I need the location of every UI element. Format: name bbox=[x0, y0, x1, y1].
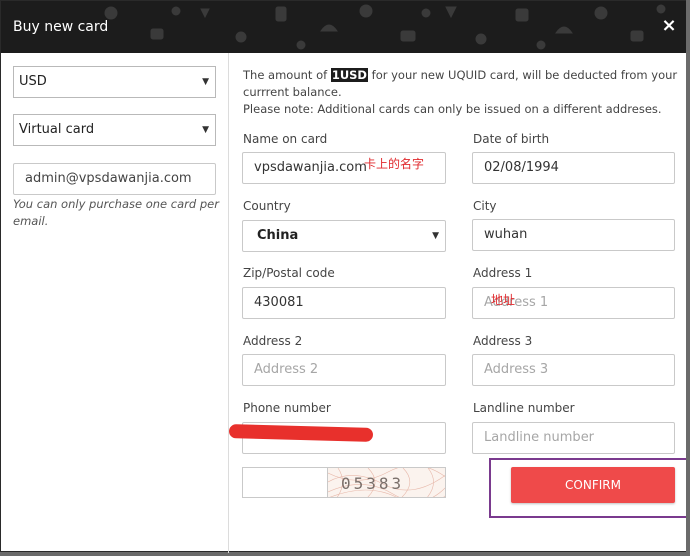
info-line-before: The amount of bbox=[243, 68, 331, 82]
info-note: Please note: Additional cards can only b… bbox=[243, 102, 662, 116]
confirm-button[interactable]: CONFIRM bbox=[511, 467, 675, 503]
email-field[interactable]: admin@vpsdawanjia.com bbox=[13, 163, 216, 195]
landline-input[interactable]: Landline number bbox=[472, 422, 675, 454]
dob-label: Date of birth bbox=[473, 132, 550, 146]
address-annotation: 地址 bbox=[491, 293, 516, 307]
sidebar: USD ▼ Virtual card ▼ admin@vpsdawanjia.c… bbox=[1, 53, 229, 553]
zip-label: Zip/Postal code bbox=[243, 266, 335, 280]
country-value: China bbox=[257, 228, 299, 243]
buy-card-modal: Buy new card × USD ▼ Virtual card ▼ admi… bbox=[0, 0, 690, 553]
modal-header: Buy new card × bbox=[1, 1, 690, 53]
address2-input[interactable]: Address 2 bbox=[242, 354, 446, 386]
close-icon[interactable]: × bbox=[659, 15, 679, 37]
zip-input[interactable]: 430081 bbox=[242, 287, 446, 319]
name-annotation: 卡上的名字 bbox=[364, 157, 425, 171]
currency-select[interactable]: USD ▼ bbox=[13, 66, 216, 98]
chevron-down-icon: ▼ bbox=[432, 231, 439, 241]
card-type-select[interactable]: Virtual card ▼ bbox=[13, 114, 216, 146]
captcha-image: 05383 bbox=[327, 467, 446, 498]
address1-label: Address 1 bbox=[473, 266, 533, 280]
landline-label: Landline number bbox=[473, 401, 575, 415]
dob-input[interactable]: 02/08/1994 bbox=[472, 152, 675, 184]
email-note: You can only purchase one card per email… bbox=[13, 197, 219, 228]
address2-label: Address 2 bbox=[243, 334, 303, 348]
address3-label: Address 3 bbox=[473, 334, 533, 348]
country-label: Country bbox=[243, 199, 291, 213]
captcha-input[interactable] bbox=[242, 467, 328, 498]
city-label: City bbox=[473, 199, 497, 213]
amount-highlight: 1USD bbox=[330, 68, 368, 82]
info-text: The amount of 1USD for your new UQUID ca… bbox=[243, 67, 683, 118]
captcha-text: 05383 bbox=[341, 474, 405, 493]
phone-label: Phone number bbox=[243, 401, 331, 415]
chevron-down-icon: ▼ bbox=[202, 77, 209, 87]
currency-value: USD bbox=[19, 74, 47, 89]
backdrop-edge bbox=[686, 0, 690, 556]
city-input[interactable]: wuhan bbox=[472, 219, 675, 251]
card-type-value: Virtual card bbox=[19, 122, 95, 137]
modal-title: Buy new card bbox=[13, 19, 109, 35]
country-select[interactable]: China ▼ bbox=[242, 220, 446, 252]
address3-input[interactable]: Address 3 bbox=[472, 354, 675, 386]
chevron-down-icon: ▼ bbox=[202, 125, 209, 135]
name-label: Name on card bbox=[243, 132, 328, 146]
